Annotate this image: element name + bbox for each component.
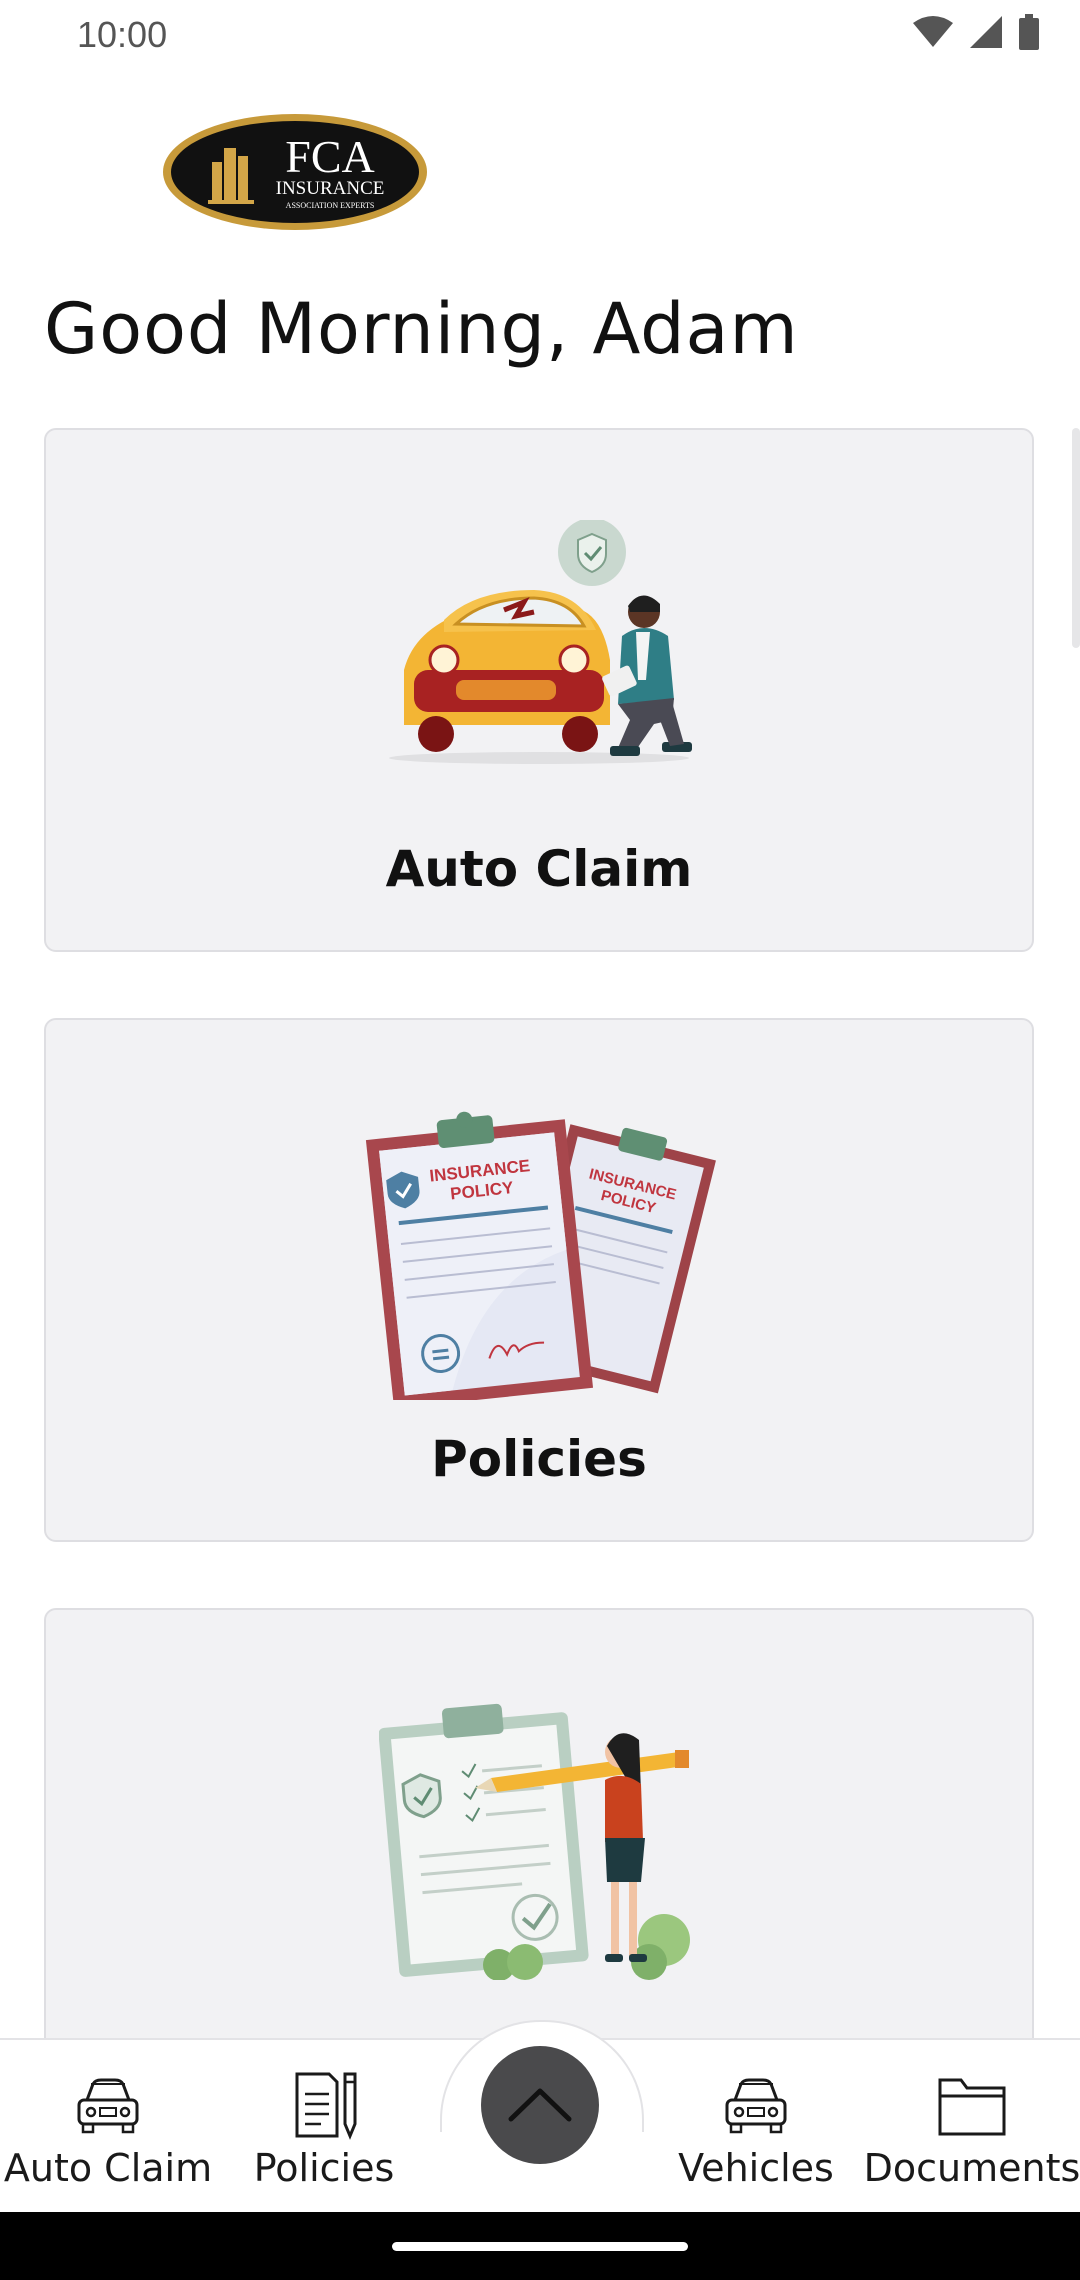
battery-icon bbox=[1019, 14, 1039, 50]
nav-item-vehicles[interactable]: Vehicles bbox=[646, 2070, 866, 2190]
nav-label-policies: Policies bbox=[253, 2146, 395, 2190]
status-bar: 10:00 bbox=[0, 0, 1080, 70]
nav-label-auto-claim: Auto Claim bbox=[3, 2146, 213, 2190]
svg-text:INSURANCE: INSURANCE bbox=[276, 178, 385, 199]
expand-menu-button[interactable] bbox=[481, 2046, 599, 2164]
checklist-card[interactable] bbox=[44, 1608, 1034, 2038]
car-damage-inspection-illustration bbox=[389, 520, 692, 764]
status-time: 10:00 bbox=[77, 14, 168, 55]
policies-card-label: Policies bbox=[431, 1430, 647, 1488]
greeting-title: Good Morning, Adam bbox=[44, 288, 799, 370]
nav-label-vehicles: Vehicles bbox=[678, 2146, 834, 2190]
auto-claim-card[interactable]: Auto Claim bbox=[44, 428, 1034, 952]
nav-label-documents: Documents bbox=[863, 2146, 1080, 2190]
checklist-clipboard-woman-illustration bbox=[379, 1703, 690, 1980]
home-cards-list[interactable]: Auto Claim INSURANCE POLICY INSURANCE PO… bbox=[0, 428, 1080, 2038]
policies-card[interactable]: INSURANCE POLICY INSURANCE POLICY Polici… bbox=[44, 1018, 1034, 1542]
nav-item-documents[interactable]: Documents bbox=[862, 2070, 1080, 2190]
system-gesture-bar bbox=[0, 2212, 1080, 2280]
fca-insurance-logo: FCA INSURANCE ASSOCIATION EXPERTS bbox=[160, 100, 430, 235]
document-pen-icon bbox=[295, 2072, 357, 2140]
nav-item-policies[interactable]: Policies bbox=[214, 2070, 434, 2190]
chevron-up-icon bbox=[508, 2088, 572, 2122]
auto-claim-card-label: Auto Claim bbox=[385, 840, 693, 898]
nav-item-auto-claim[interactable]: Auto Claim bbox=[0, 2070, 218, 2190]
insurance-policy-documents-illustration: INSURANCE POLICY INSURANCE POLICY bbox=[365, 1111, 716, 1400]
car-icon bbox=[725, 2078, 787, 2134]
svg-text:ASSOCIATION EXPERTS: ASSOCIATION EXPERTS bbox=[286, 201, 375, 210]
car-icon bbox=[77, 2078, 139, 2134]
svg-text:FCA: FCA bbox=[285, 131, 374, 182]
signal-icon bbox=[970, 16, 1002, 48]
wifi-icon bbox=[913, 16, 953, 47]
folder-icon bbox=[938, 2078, 1006, 2136]
home-gesture-handle[interactable] bbox=[392, 2242, 688, 2251]
scroll-indicator bbox=[1072, 428, 1080, 648]
